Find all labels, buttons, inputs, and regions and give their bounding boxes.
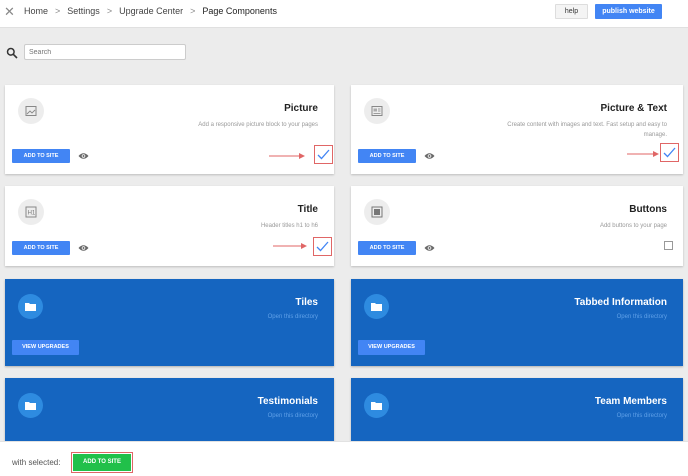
help-button[interactable]: help (555, 4, 588, 19)
directory-subtitle: Open this directory (616, 314, 667, 320)
heading-icon: H1 (18, 199, 44, 225)
breadcrumb-settings[interactable]: Settings (67, 6, 100, 16)
directory-title: Team Members (594, 396, 667, 407)
bulk-add-to-site-button[interactable]: ADD TO SITE (71, 452, 133, 473)
folder-icon (18, 393, 43, 418)
add-to-site-button[interactable]: ADD TO SITE (12, 241, 70, 255)
top-bar: ✕ Home > Settings > Upgrade Center > Page Comp… (0, 0, 688, 28)
search-icon (6, 47, 18, 59)
component-title: Title (297, 204, 318, 215)
bottom-action-bar: with selected: ADD TO SITE (0, 441, 688, 476)
directory-title: Tiles (295, 297, 318, 308)
component-title: Buttons (629, 204, 667, 215)
breadcrumb-separator-icon: > (55, 6, 61, 16)
image-icon (18, 98, 44, 124)
component-card-picture-text: Picture & Text Create content with image… (351, 85, 683, 174)
directory-card-tabbed-information[interactable]: Tabbed Information Open this directory V… (351, 279, 683, 366)
arrow-icon (273, 243, 307, 249)
eye-icon[interactable] (424, 244, 435, 252)
breadcrumb-separator-icon: > (106, 6, 113, 16)
directory-card-tiles[interactable]: Tiles Open this directory VIEW UPGRADES (5, 279, 334, 366)
add-to-site-button[interactable]: ADD TO SITE (358, 149, 416, 163)
bulk-add-label: ADD TO SITE (73, 454, 131, 471)
eye-icon[interactable] (424, 152, 435, 160)
breadcrumb-page-components: Page Components (202, 6, 277, 16)
component-description: Add a responsive picture block to your p… (198, 122, 318, 128)
component-description: Create content with images and text. Fas… (507, 122, 667, 138)
folder-icon (18, 294, 43, 319)
with-selected-label: with selected: (12, 458, 61, 467)
breadcrumb-separator-icon: > (190, 6, 196, 16)
add-to-site-button[interactable]: ADD TO SITE (12, 149, 70, 163)
search-input[interactable] (24, 44, 186, 60)
component-title: Picture (284, 103, 318, 114)
publish-website-button[interactable]: publish website (595, 4, 662, 19)
directory-card-testimonials[interactable]: Testimonials Open this directory (5, 378, 334, 448)
directory-title: Testimonials (257, 396, 318, 407)
eye-icon[interactable] (78, 152, 89, 160)
close-icon[interactable]: ✕ (4, 4, 15, 20)
button-icon (364, 199, 390, 225)
select-checkbox[interactable] (314, 145, 333, 164)
eye-icon[interactable] (78, 244, 89, 252)
select-checkbox[interactable] (313, 237, 332, 256)
select-checkbox[interactable] (660, 143, 679, 162)
directory-subtitle: Open this directory (267, 314, 318, 320)
directory-subtitle: Open this directory (616, 413, 667, 419)
arrow-icon (627, 151, 659, 157)
view-upgrades-button[interactable]: VIEW UPGRADES (358, 340, 425, 355)
directory-title: Tabbed Information (574, 297, 667, 308)
directory-subtitle: Open this directory (267, 413, 318, 419)
breadcrumb: Home > Settings > Upgrade Center > Page Compon… (24, 6, 277, 16)
breadcrumb-upgrade-center[interactable]: Upgrade Center (119, 6, 183, 16)
component-description: Add buttons to your page (599, 223, 667, 229)
image-text-icon (364, 98, 390, 124)
breadcrumb-home[interactable]: Home (24, 6, 48, 16)
directory-card-team-members[interactable]: Team Members Open this directory (351, 378, 683, 448)
component-card-title: H1 Title Header titles h1 to h6 ADD TO S… (5, 186, 334, 266)
select-checkbox[interactable] (664, 241, 673, 250)
component-card-buttons: Buttons Add buttons to your page ADD TO … (351, 186, 683, 266)
component-title: Picture & Text (600, 103, 668, 114)
add-to-site-button[interactable]: ADD TO SITE (358, 241, 416, 255)
component-card-picture: Picture Add a responsive picture block t… (5, 85, 334, 174)
arrow-icon (269, 153, 305, 159)
component-description: Header titles h1 to h6 (260, 223, 318, 229)
view-upgrades-button[interactable]: VIEW UPGRADES (12, 340, 79, 355)
svg-text:H1: H1 (28, 211, 36, 217)
folder-icon (364, 393, 389, 418)
folder-icon (364, 294, 389, 319)
